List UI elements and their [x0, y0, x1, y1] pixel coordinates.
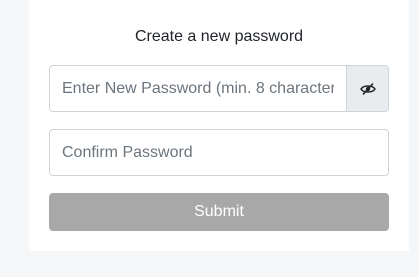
confirm-password-group: [49, 129, 389, 176]
submit-button[interactable]: Submit: [49, 193, 389, 231]
new-password-input[interactable]: [50, 66, 346, 111]
eye-slash-icon: [359, 82, 376, 95]
form-title: Create a new password: [134, 28, 304, 45]
confirm-password-input[interactable]: [50, 130, 388, 175]
toggle-password-visibility-button[interactable]: [346, 66, 388, 111]
password-card: Create a new password Submit: [29, 0, 409, 251]
new-password-group: [49, 65, 389, 112]
